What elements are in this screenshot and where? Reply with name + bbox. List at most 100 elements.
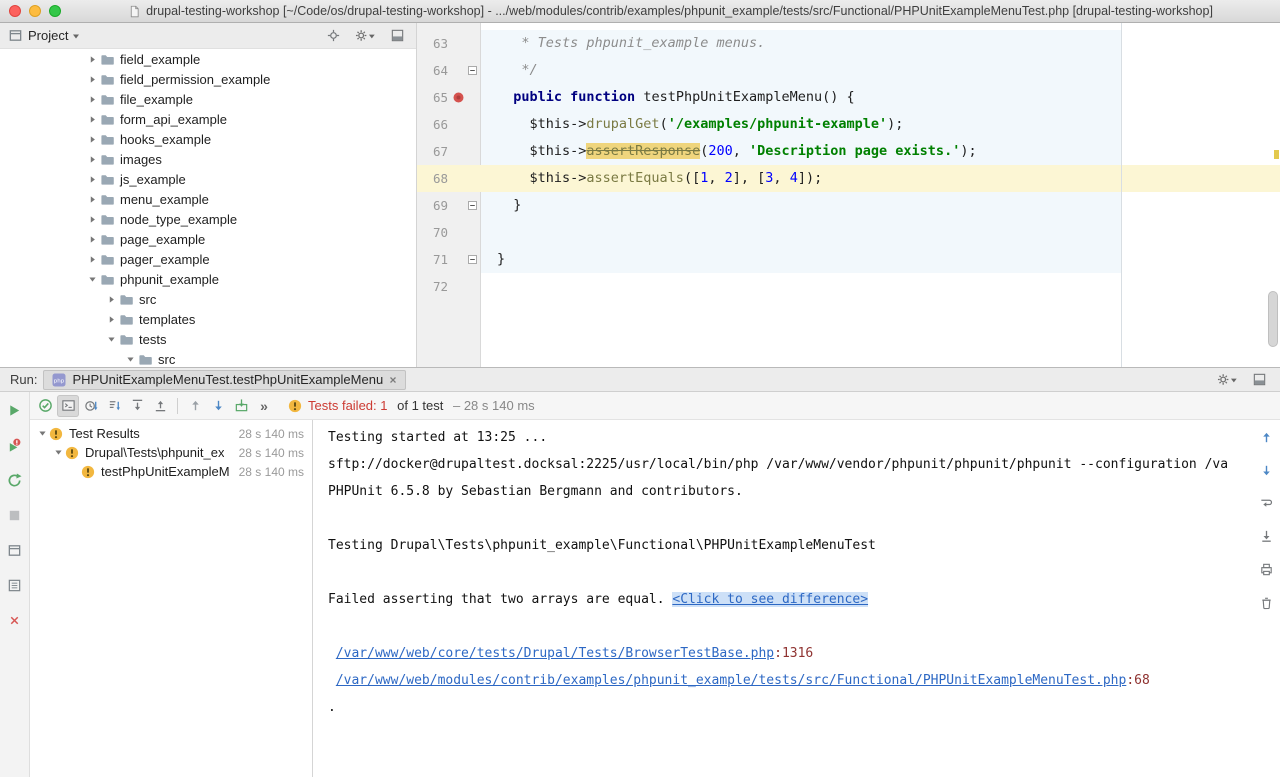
close-button[interactable] bbox=[4, 609, 26, 631]
chevron-right-icon[interactable] bbox=[86, 74, 99, 85]
test-history-button[interactable] bbox=[4, 574, 26, 596]
next-failed-test-button[interactable] bbox=[207, 395, 229, 417]
chevron-right-icon[interactable] bbox=[86, 54, 99, 65]
fold-marker-icon[interactable] bbox=[468, 255, 477, 264]
show-passed-button[interactable] bbox=[34, 395, 56, 417]
project-panel-title[interactable]: Project bbox=[28, 28, 68, 43]
chevron-down-icon[interactable] bbox=[37, 428, 48, 439]
editor-line[interactable]: 72 bbox=[417, 273, 1280, 300]
project-tree-item[interactable]: src bbox=[0, 349, 416, 367]
chevron-down-icon[interactable] bbox=[124, 354, 137, 365]
chevron-right-icon[interactable] bbox=[86, 134, 99, 145]
console-line: Testing started at 13:25 ... bbox=[328, 424, 1250, 451]
editor-line[interactable]: 70 bbox=[417, 219, 1280, 246]
soft-wrap-button[interactable] bbox=[1255, 492, 1277, 514]
project-tree-item[interactable]: templates bbox=[0, 309, 416, 329]
scroll-to-end-button[interactable] bbox=[1255, 525, 1277, 547]
editor-line[interactable]: 65 public function testPhpUnitExampleMen… bbox=[417, 84, 1280, 111]
warning-stripe-mark[interactable] bbox=[1274, 150, 1279, 159]
editor-line[interactable]: 69 } bbox=[417, 192, 1280, 219]
chevron-right-icon[interactable] bbox=[86, 194, 99, 205]
move-up-button[interactable] bbox=[1255, 426, 1277, 448]
chevron-down-icon[interactable] bbox=[53, 447, 64, 458]
line-reference[interactable]: :1316 bbox=[774, 646, 813, 661]
close-tab-icon[interactable] bbox=[388, 375, 398, 385]
chevron-right-icon[interactable] bbox=[86, 234, 99, 245]
editor-line[interactable]: 66 $this->drupalGet('/examples/phpunit-e… bbox=[417, 111, 1280, 138]
more-options-button[interactable]: » bbox=[253, 395, 275, 417]
run-tab[interactable]: php PHPUnitExampleMenuTest.testPhpUnitEx… bbox=[43, 370, 406, 390]
chevron-right-icon[interactable] bbox=[105, 314, 118, 325]
rerun-failed-tests-button[interactable] bbox=[4, 434, 26, 456]
project-tree-item[interactable]: hooks_example bbox=[0, 129, 416, 149]
test-tree-item[interactable]: Drupal\Tests\phpunit_ex 28 s 140 ms bbox=[30, 443, 312, 462]
editor-scrollbar[interactable] bbox=[1268, 291, 1278, 347]
select-opened-file-button[interactable] bbox=[322, 25, 344, 47]
editor[interactable]: 63 * Tests phpunit_example menus. 64 */ … bbox=[417, 23, 1280, 367]
file-link[interactable]: /var/www/web/core/tests/Drupal/Tests/Bro… bbox=[336, 646, 774, 661]
chevron-right-icon[interactable] bbox=[86, 94, 99, 105]
sort-by-duration-button[interactable] bbox=[80, 395, 102, 417]
chevron-right-icon[interactable] bbox=[86, 174, 99, 185]
chevron-right-icon[interactable] bbox=[105, 294, 118, 305]
settings-button[interactable] bbox=[354, 25, 376, 47]
chevron-right-icon[interactable] bbox=[86, 214, 99, 225]
chevron-right-icon[interactable] bbox=[86, 154, 99, 165]
settings-button[interactable] bbox=[1216, 369, 1238, 391]
hide-panel-button[interactable] bbox=[386, 25, 408, 47]
chevron-right-icon[interactable] bbox=[86, 254, 99, 265]
project-tree-item[interactable]: node_type_example bbox=[0, 209, 416, 229]
line-reference[interactable]: :68 bbox=[1126, 673, 1149, 688]
code-text: $this->assertResponse(200, 'Description … bbox=[480, 138, 977, 165]
project-tree-item[interactable]: images bbox=[0, 149, 416, 169]
project-tree-item[interactable]: pager_example bbox=[0, 249, 416, 269]
see-difference-link[interactable]: <Click to see difference> bbox=[672, 592, 868, 607]
test-tree-item[interactable]: Test Results 28 s 140 ms bbox=[30, 424, 312, 443]
print-button[interactable] bbox=[1255, 558, 1277, 580]
test-tree-item[interactable]: testPhpUnitExampleM 28 s 140 ms bbox=[30, 462, 312, 481]
clear-all-button[interactable] bbox=[1255, 591, 1277, 613]
chevron-down-icon[interactable] bbox=[105, 334, 118, 345]
folder-icon bbox=[99, 272, 116, 287]
move-down-button[interactable] bbox=[1255, 459, 1277, 481]
window-controls[interactable] bbox=[9, 5, 61, 17]
project-tree-item[interactable]: js_example bbox=[0, 169, 416, 189]
project-tree-item[interactable]: menu_example bbox=[0, 189, 416, 209]
editor-line[interactable]: 64 */ bbox=[417, 57, 1280, 84]
collapse-all-button[interactable] bbox=[149, 395, 171, 417]
project-tree-item[interactable]: field_permission_example bbox=[0, 69, 416, 89]
project-tree-item[interactable]: tests bbox=[0, 329, 416, 349]
project-tree-item[interactable]: page_example bbox=[0, 229, 416, 249]
minimize-window-button[interactable] bbox=[29, 5, 41, 17]
failed-test-gutter-icon[interactable] bbox=[453, 92, 464, 103]
restore-layout-button[interactable] bbox=[4, 539, 26, 561]
editor-line[interactable]: 63 * Tests phpunit_example menus. bbox=[417, 30, 1280, 57]
chevron-down-icon[interactable] bbox=[86, 274, 99, 285]
chevron-right-icon[interactable] bbox=[86, 114, 99, 125]
rerun-button[interactable] bbox=[4, 399, 26, 421]
toggle-auto-test-button[interactable] bbox=[4, 469, 26, 491]
project-tree-item[interactable]: phpunit_example bbox=[0, 269, 416, 289]
project-tree-item[interactable]: file_example bbox=[0, 89, 416, 109]
hide-panel-button[interactable] bbox=[1248, 369, 1270, 391]
editor-line[interactable]: 68 $this->assertEquals([1, 2], [3, 4]); bbox=[417, 165, 1280, 192]
expand-all-button[interactable] bbox=[126, 395, 148, 417]
project-tree-item[interactable]: form_api_example bbox=[0, 109, 416, 129]
project-tree-item[interactable]: field_example bbox=[0, 49, 416, 69]
project-panel-header[interactable]: Project bbox=[0, 23, 416, 49]
show-terminal-button[interactable] bbox=[57, 395, 79, 417]
previous-failed-test-button[interactable] bbox=[184, 395, 206, 417]
fold-marker-icon[interactable] bbox=[468, 201, 477, 210]
test-toolbar-icons: » bbox=[34, 395, 275, 417]
sort-alphabetically-button[interactable] bbox=[103, 395, 125, 417]
stop-button[interactable] bbox=[4, 504, 26, 526]
file-link[interactable]: /var/www/web/modules/contrib/examples/ph… bbox=[336, 673, 1127, 688]
fold-marker-icon[interactable] bbox=[468, 66, 477, 75]
zoom-window-button[interactable] bbox=[49, 5, 61, 17]
editor-line[interactable]: 71 } bbox=[417, 246, 1280, 273]
editor-line[interactable]: 67 $this->assertResponse(200, 'Descripti… bbox=[417, 138, 1280, 165]
import-test-results-button[interactable] bbox=[230, 395, 252, 417]
console-output[interactable]: Testing started at 13:25 ... sftp://dock… bbox=[314, 420, 1280, 777]
close-window-button[interactable] bbox=[9, 5, 21, 17]
project-tree-item[interactable]: src bbox=[0, 289, 416, 309]
